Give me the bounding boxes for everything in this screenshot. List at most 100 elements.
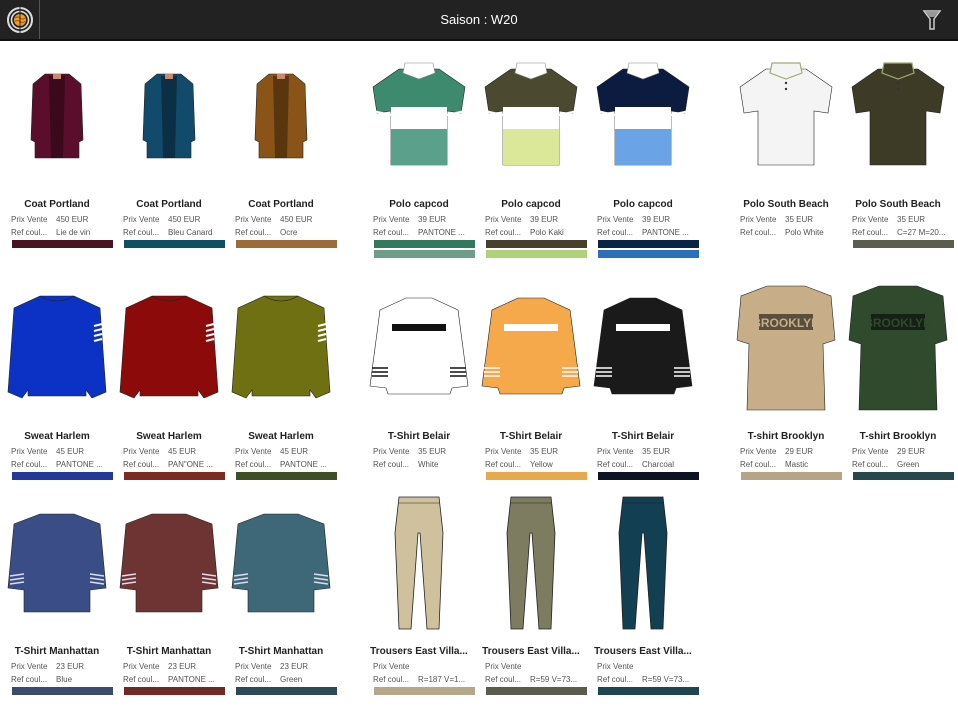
product-card[interactable]: Sweat Harlem Prix Vente 45 EUR Ref coul... P… (230, 273, 337, 480)
product-card[interactable]: BROOKLYN T-shirt Brooklyn Prix Vente 29 EUR… (847, 273, 954, 480)
price-label: Prix Vente (485, 215, 522, 224)
product-card[interactable]: Trousers East Villa... Prix Vente Ref coul… (480, 488, 587, 695)
filter-icon[interactable] (922, 9, 942, 31)
color-swatch (598, 250, 699, 258)
product-image[interactable]: BROOKLYN (735, 273, 837, 423)
price-row: Prix Vente 39 EUR (592, 213, 694, 226)
product-card[interactable]: BROOKLYN T-shirt Brooklyn Prix Vente 29 EUR… (735, 273, 842, 480)
price-row: Prix Vente 35 EUR (847, 213, 949, 226)
product-card[interactable]: Polo capcod Prix Vente 39 EUR Ref coul... PA… (592, 41, 699, 258)
product-card[interactable]: Sweat Harlem Prix Vente 45 EUR Ref coul... P… (118, 273, 225, 480)
color-value: Polo Kaki (530, 228, 564, 237)
color-value: Ocre (280, 228, 298, 237)
product-card[interactable]: Polo South Beach Prix Vente 35 EUR Ref coul… (847, 41, 954, 248)
color-label: Ref coul... (740, 460, 777, 469)
color-value: PANTONE ... (642, 228, 689, 237)
product-name: Polo South Beach (855, 199, 941, 210)
product-image[interactable] (118, 41, 220, 191)
product-image[interactable] (592, 41, 694, 191)
product-card[interactable]: Coat Portland Prix Vente 450 EUR Ref coul..… (118, 41, 225, 248)
color-row: Ref coul... PANTONE ... (592, 226, 694, 239)
product-card[interactable]: Sweat Harlem Prix Vente 45 EUR Ref coul... P… (6, 273, 113, 480)
price-value: 29 EUR (785, 447, 814, 456)
color-swatch (486, 240, 587, 248)
product-image[interactable]: BROOKLYN (847, 273, 949, 423)
product-image[interactable] (847, 41, 949, 191)
price-value: 450 EUR (56, 215, 89, 224)
price-row: Prix Vente 29 EUR (735, 445, 837, 458)
product-card[interactable]: T-Shirt Belair Prix Vente 35 EUR Ref coul..… (368, 273, 470, 471)
product-image[interactable] (118, 488, 220, 638)
color-row: Ref coul... Ocre (230, 226, 332, 239)
product-image[interactable] (735, 41, 837, 191)
product-card[interactable]: Coat Portland Prix Vente 450 EUR Ref coul..… (6, 41, 113, 248)
color-label: Ref coul... (11, 675, 48, 684)
product-image[interactable] (6, 41, 108, 191)
product-image[interactable] (368, 488, 470, 638)
product-name: T-Shirt Manhattan (238, 646, 324, 657)
color-swatch (853, 240, 954, 248)
product-name: T-Shirt Belair (611, 431, 675, 442)
price-row: Prix Vente 35 EUR (368, 445, 470, 458)
product-image[interactable] (480, 488, 582, 638)
color-value: PANTONE ... (56, 460, 103, 469)
color-label: Ref coul... (373, 228, 410, 237)
product-image[interactable] (368, 41, 470, 191)
product-card[interactable]: T-Shirt Belair Prix Vente 35 EUR Ref coul..… (592, 273, 699, 480)
product-name: Sweat Harlem (248, 431, 314, 442)
product-card[interactable]: T-Shirt Manhattan Prix Vente 23 EUR Ref cou… (118, 488, 225, 695)
price-value (642, 660, 692, 673)
price-label: Prix Vente (11, 447, 48, 456)
color-swatch (124, 687, 225, 695)
price-value: 39 EUR (530, 215, 559, 224)
price-value: 45 EUR (168, 447, 197, 456)
color-value: R=59 V=73... (642, 675, 690, 684)
product-card[interactable]: Trousers East Villa... Prix Vente Ref coul… (592, 488, 699, 695)
color-label: Ref coul... (235, 228, 272, 237)
product-image[interactable] (480, 273, 582, 423)
product-card[interactable]: Polo capcod Prix Vente 39 EUR Ref coul... Po… (480, 41, 587, 258)
color-value: PAN"ONE ... (168, 460, 213, 469)
product-name: Trousers East Villa... (370, 646, 468, 657)
product-image[interactable] (592, 273, 694, 423)
color-row: Ref coul... Yellow (480, 458, 582, 471)
color-value: Polo White (785, 228, 824, 237)
product-name: Trousers East Villa... (594, 646, 692, 657)
page-title: Saison : W20 (440, 12, 518, 27)
product-card[interactable]: Polo capcod Prix Vente 39 EUR Ref coul... PA… (368, 41, 475, 258)
product-image[interactable] (6, 273, 108, 423)
product-card[interactable]: T-Shirt Manhattan Prix Vente 23 EUR Ref cou… (6, 488, 113, 695)
color-swatch (598, 687, 699, 695)
product-card[interactable]: Trousers East Villa... Prix Vente Ref coul… (368, 488, 475, 695)
color-swatch (598, 240, 699, 248)
product-card[interactable]: T-Shirt Manhattan Prix Vente 23 EUR Ref cou… (230, 488, 337, 695)
price-label: Prix Vente (373, 215, 410, 224)
product-name: Polo capcod (389, 199, 449, 210)
price-label: Prix Vente (235, 215, 272, 224)
product-image[interactable] (368, 273, 470, 423)
price-value: 35 EUR (897, 215, 926, 224)
product-image[interactable] (118, 273, 220, 423)
price-row: Prix Vente 45 EUR (6, 445, 108, 458)
top-bar: Saison : W20 (0, 0, 958, 41)
color-value: PANTONE ... (280, 460, 327, 469)
price-value: 35 EUR (418, 447, 447, 456)
product-card[interactable]: Polo South Beach Prix Vente 35 EUR Ref coul… (735, 41, 837, 239)
product-image[interactable] (230, 488, 332, 638)
color-swatch (12, 240, 113, 248)
product-image[interactable] (592, 488, 694, 638)
svg-text:BROOKLYN: BROOKLYN (864, 316, 932, 330)
product-image[interactable] (230, 273, 332, 423)
color-label: Ref coul... (597, 675, 634, 684)
product-card[interactable]: Coat Portland Prix Vente 450 EUR Ref coul..… (230, 41, 337, 248)
color-value: PANTONE ... (168, 675, 215, 684)
price-value: 23 EUR (56, 662, 85, 671)
price-value: 35 EUR (642, 447, 671, 456)
price-row: Prix Vente (592, 660, 694, 673)
color-value: Green (280, 675, 303, 684)
product-image[interactable] (480, 41, 582, 191)
price-label: Prix Vente (597, 215, 634, 224)
product-card[interactable]: T-Shirt Belair Prix Vente 35 EUR Ref coul..… (480, 273, 587, 480)
product-image[interactable] (6, 488, 108, 638)
product-image[interactable] (230, 41, 332, 191)
